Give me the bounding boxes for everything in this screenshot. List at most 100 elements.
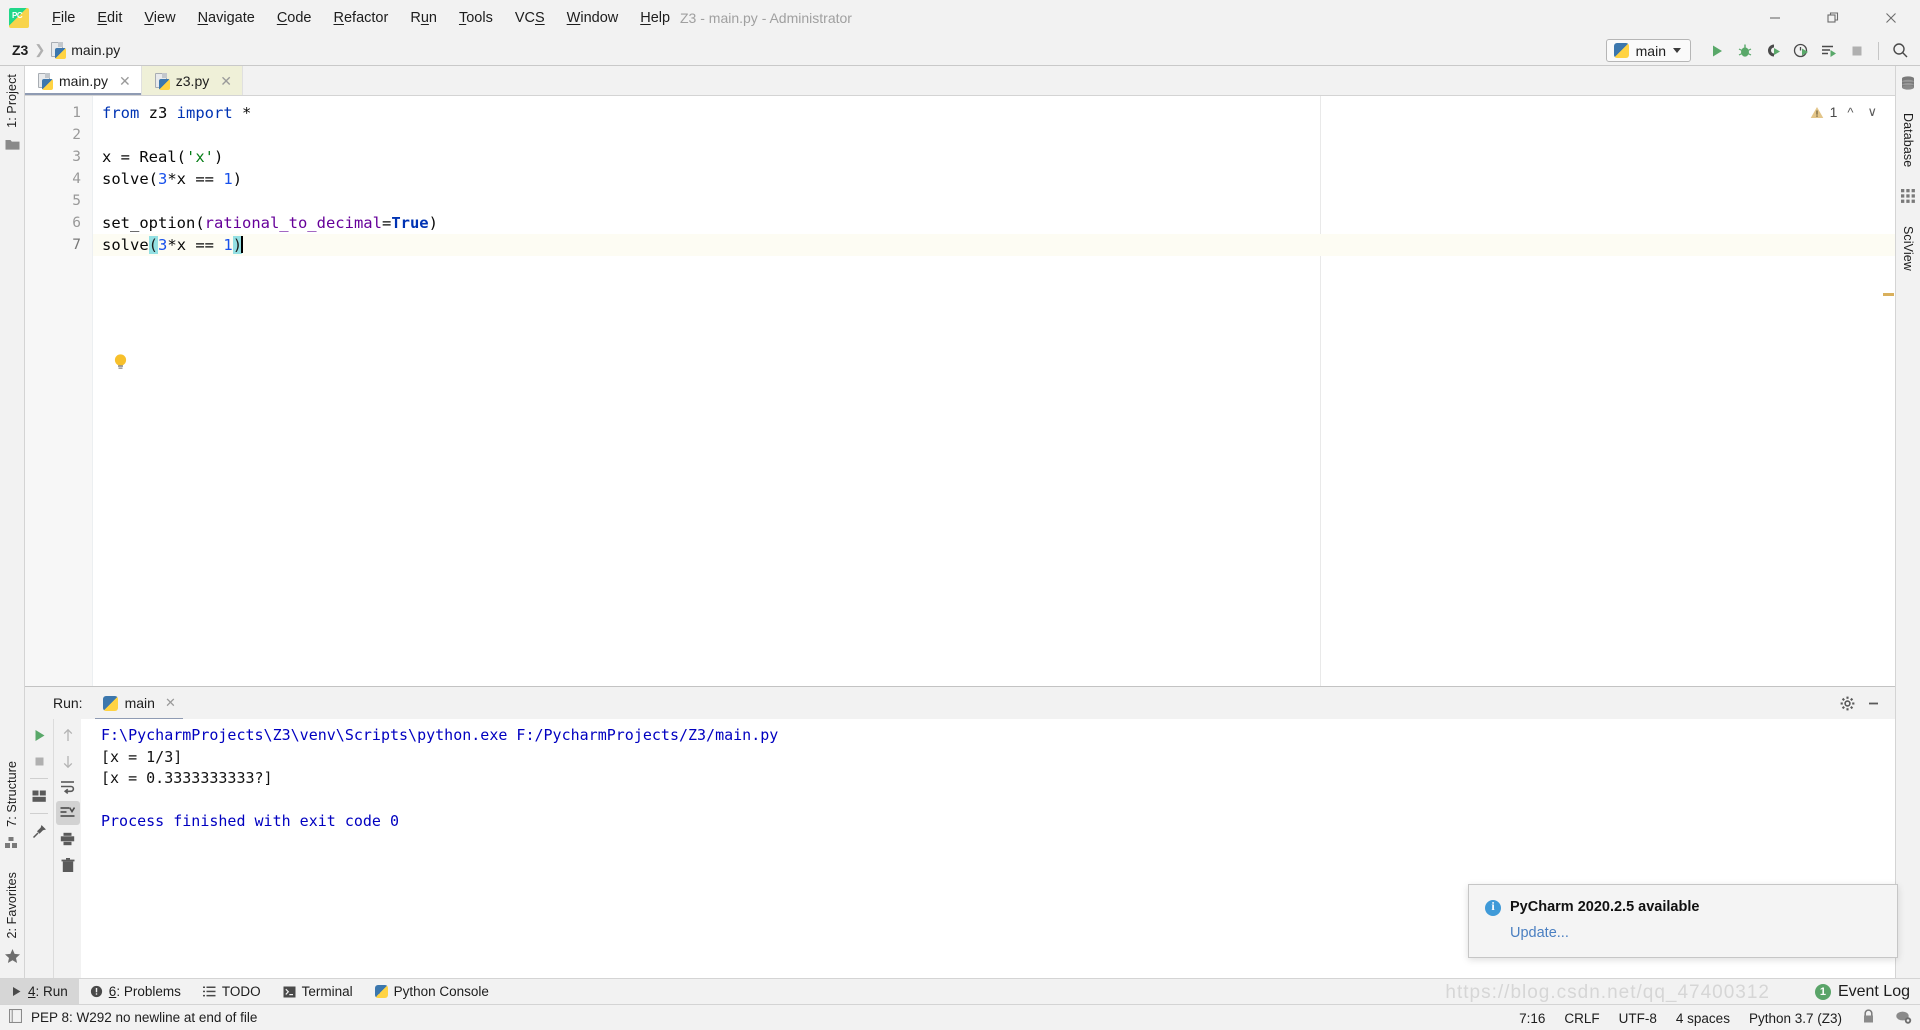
- editor-code-area[interactable]: from z3 import * x = Real('x') solve(3*x =…: [93, 96, 1895, 686]
- run-tab-main[interactable]: main ✕: [92, 690, 185, 720]
- code-line[interactable]: solve(3*x == 1): [93, 234, 1895, 256]
- menu-item-code[interactable]: Code: [266, 6, 323, 30]
- indent-setting[interactable]: 4 spaces: [1676, 1011, 1730, 1026]
- bottom-tab-terminal[interactable]: Terminal: [272, 979, 364, 1004]
- close-tab-icon[interactable]: ✕: [220, 74, 232, 88]
- run-with-options-button[interactable]: [1815, 37, 1843, 65]
- inspection-icon: [8, 1008, 23, 1026]
- stop-process-button[interactable]: [27, 749, 51, 773]
- scroll-to-end-button[interactable]: [55, 801, 80, 825]
- lock-icon[interactable]: [1861, 1009, 1876, 1027]
- code-editor[interactable]: 1234567 from z3 import * x = Real('x') sol…: [25, 95, 1895, 686]
- code-line[interactable]: [93, 190, 1895, 212]
- code-token: from: [102, 104, 149, 122]
- bottom-tab-label: Terminal: [301, 984, 353, 999]
- bottom-tab-6-problems[interactable]: 6: Problems: [79, 979, 192, 1004]
- pycharm-window: PC File Edit View Navigate Code Refactor Run To…: [0, 0, 1920, 1030]
- editor-tab-main-py[interactable]: main.py ✕: [25, 66, 142, 95]
- prev-occurrence-button[interactable]: [56, 723, 80, 747]
- pin-tab-button[interactable]: [27, 819, 51, 843]
- debug-button[interactable]: [1731, 37, 1759, 65]
- menu-item-refactor[interactable]: Refactor: [323, 6, 400, 30]
- code-token: x = Real(: [102, 148, 186, 166]
- menu-item-edit[interactable]: Edit: [86, 6, 133, 30]
- minimize-button[interactable]: [1746, 0, 1804, 35]
- encoding[interactable]: UTF-8: [1619, 1011, 1657, 1026]
- bottom-tab-label: 6: Problems: [108, 984, 181, 999]
- caret-position[interactable]: 7:16: [1519, 1011, 1545, 1026]
- menu-item-view[interactable]: View: [133, 6, 186, 30]
- next-occurrence-button[interactable]: [56, 749, 80, 773]
- clear-all-button[interactable]: [56, 853, 80, 877]
- menu-item-file[interactable]: File: [41, 6, 86, 30]
- menu-item-navigate[interactable]: Navigate: [187, 6, 266, 30]
- interpreter-selector[interactable]: Python 3.7 (Z3): [1749, 1011, 1842, 1026]
- menu-item-vcs[interactable]: VCS: [504, 6, 556, 30]
- code-token: =: [381, 214, 392, 232]
- toolbar-divider: [30, 778, 48, 779]
- editor-gutter[interactable]: 1 2 3 4 5 6 7: [25, 96, 93, 686]
- run-button[interactable]: [1703, 37, 1731, 65]
- python-file-icon: [51, 42, 67, 59]
- restore-button[interactable]: [1804, 0, 1862, 35]
- search-everywhere-button[interactable]: [1886, 37, 1914, 65]
- close-tab-icon[interactable]: ✕: [119, 74, 131, 88]
- chevron-down-icon[interactable]: ∨: [1863, 104, 1881, 120]
- close-run-tab-icon[interactable]: ✕: [165, 695, 176, 711]
- settings-button[interactable]: [1835, 691, 1859, 715]
- line-separator[interactable]: CRLF: [1564, 1011, 1599, 1026]
- rerun-button[interactable]: [27, 723, 51, 747]
- notifications-gear-icon[interactable]: [1895, 1009, 1912, 1027]
- code-token: ): [232, 170, 243, 188]
- intention-bulb-icon[interactable]: [113, 353, 128, 375]
- code-line[interactable]: solve(3*x == 1): [93, 168, 1895, 190]
- editor-tab-z3-py[interactable]: z3.py ✕: [141, 66, 243, 95]
- warning-marker[interactable]: [1883, 293, 1894, 296]
- line-number: 2: [72, 127, 81, 143]
- sidebar-item-database[interactable]: Database: [1901, 105, 1915, 175]
- inspection-widget[interactable]: 1 ^ ∨: [1810, 104, 1881, 120]
- code-token: *x ==: [167, 236, 224, 254]
- soft-wrap-button[interactable]: [56, 775, 80, 799]
- event-log-widget[interactable]: 1 Event Log: [1814, 979, 1910, 1005]
- bottom-tab-python-console[interactable]: Python Console: [364, 979, 500, 1004]
- profile-button[interactable]: [1787, 37, 1815, 65]
- notification-balloon[interactable]: PyCharm 2020.2.5 available Update...: [1468, 884, 1898, 958]
- code-line[interactable]: x = Real('x'): [93, 146, 1895, 168]
- stop-button[interactable]: [1843, 37, 1871, 65]
- marker-stripe[interactable]: [1882, 96, 1895, 686]
- code-token: import: [176, 104, 242, 122]
- menu-item-tools[interactable]: Tools: [448, 6, 504, 30]
- code-token: 3: [158, 170, 168, 188]
- chevron-up-icon[interactable]: ^: [1843, 105, 1857, 120]
- sidebar-item-favorites[interactable]: 2: Favorites: [5, 864, 19, 947]
- menu-item-help[interactable]: Help: [629, 6, 681, 30]
- editor-tab-label: z3.py: [175, 72, 210, 89]
- close-button[interactable]: [1862, 0, 1920, 35]
- layout-button[interactable]: [27, 784, 51, 808]
- info-icon: [1485, 899, 1501, 916]
- breadcrumb-file[interactable]: main.py: [51, 42, 120, 59]
- sidebar-item-project[interactable]: 1: Project: [5, 66, 19, 136]
- code-line[interactable]: from z3 import *: [93, 102, 1895, 124]
- sidebar-item-structure[interactable]: 7: Structure: [5, 753, 19, 835]
- code-line[interactable]: [93, 124, 1895, 146]
- breadcrumb-project[interactable]: Z3: [12, 42, 28, 58]
- print-button[interactable]: [56, 827, 80, 851]
- run-coverage-button[interactable]: [1759, 37, 1787, 65]
- sidebar-item-sciview[interactable]: SciView: [1901, 218, 1915, 279]
- run-configuration-selector[interactable]: main: [1605, 39, 1691, 62]
- bottom-tab-4-run[interactable]: 4: Run: [0, 979, 79, 1004]
- code-line[interactable]: set_option(rational_to_decimal=True): [93, 212, 1895, 234]
- bottom-tab-todo[interactable]: TODO: [192, 979, 272, 1004]
- left-tool-strip: 1: Project 7: Structure 2: Favorites: [0, 66, 25, 978]
- line-number: 3: [72, 149, 81, 165]
- notification-update-link[interactable]: Update...: [1510, 925, 1881, 941]
- menu-item-window[interactable]: Window: [556, 6, 630, 30]
- hide-panel-button[interactable]: [1861, 691, 1885, 715]
- folder-icon: [5, 138, 20, 156]
- run-tab-label: main: [124, 695, 155, 711]
- menu-item-run[interactable]: Run: [399, 6, 448, 30]
- window-title: Z3 - main.py - Administrator: [680, 9, 852, 26]
